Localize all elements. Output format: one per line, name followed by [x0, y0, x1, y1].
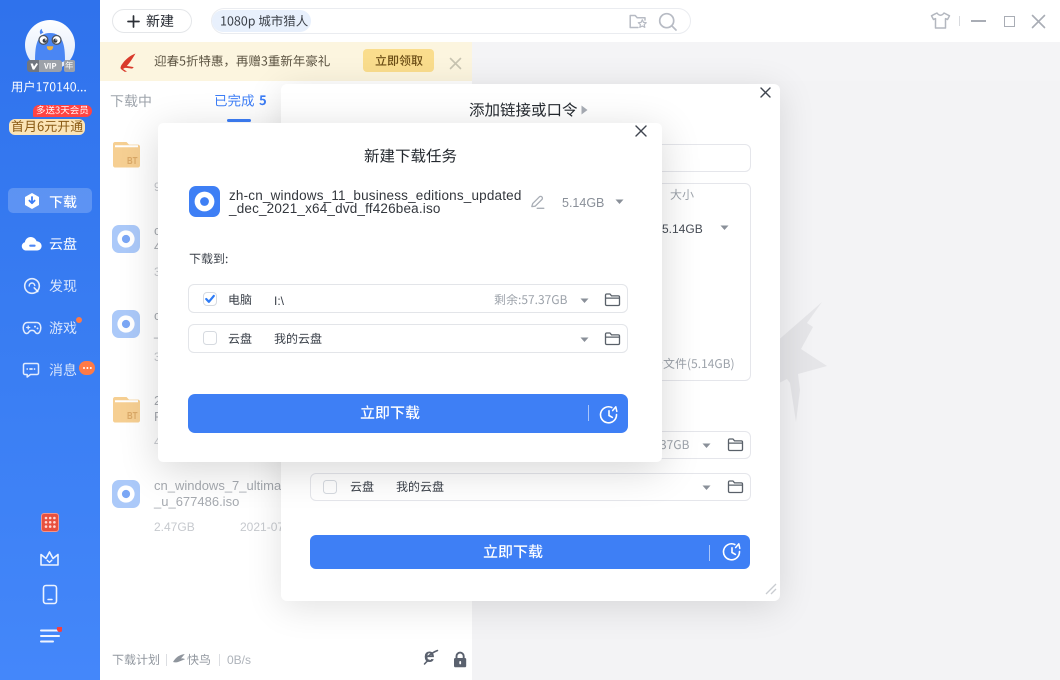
svg-text:BT: BT	[127, 410, 138, 422]
svg-text:BT: BT	[127, 155, 138, 167]
